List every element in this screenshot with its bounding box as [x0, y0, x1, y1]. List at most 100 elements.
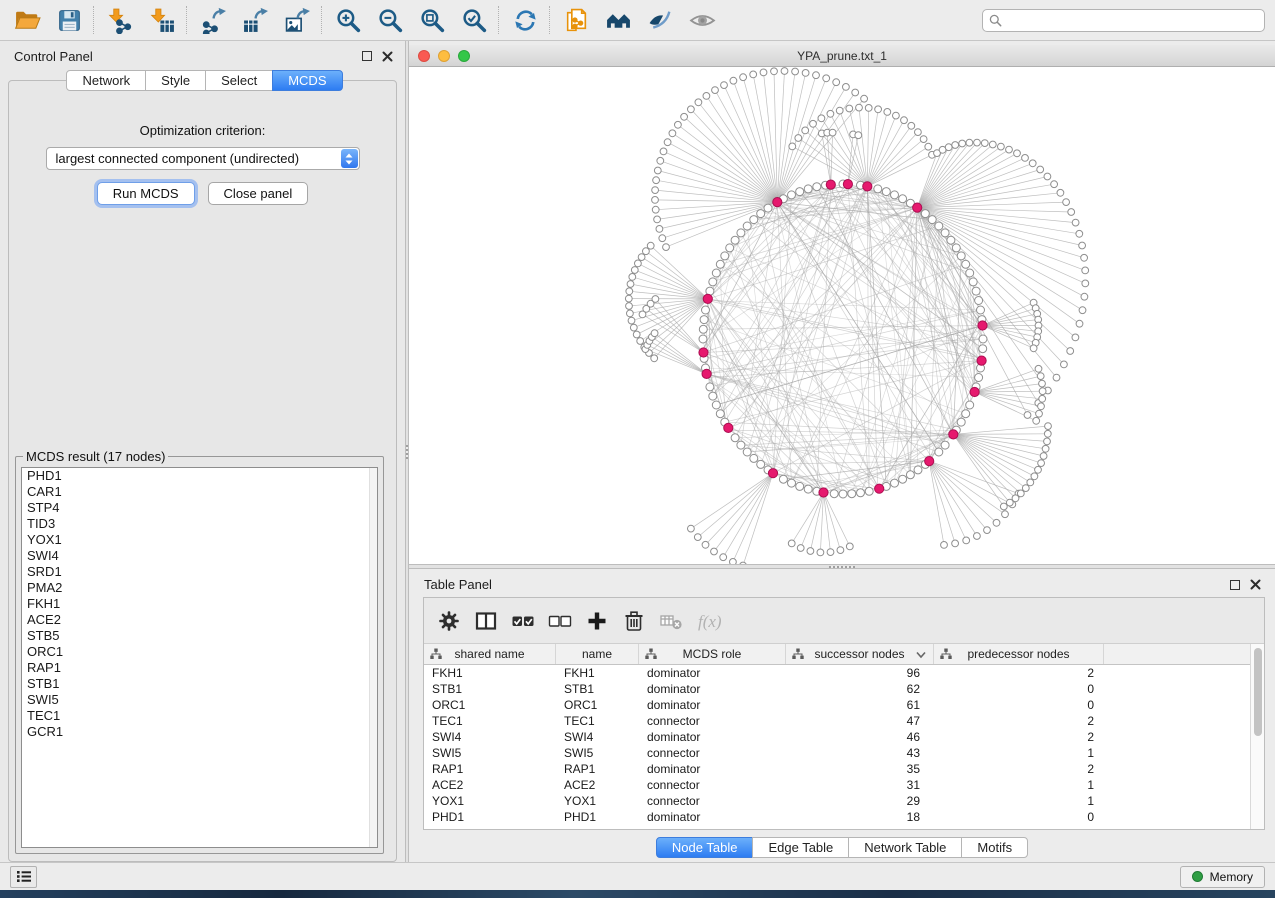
cell-successor-nodes[interactable]: 29: [786, 793, 934, 809]
leaf-node[interactable]: [966, 139, 973, 146]
leaf-node[interactable]: [635, 260, 642, 267]
network-node[interactable]: [706, 383, 714, 391]
leaf-node[interactable]: [1000, 503, 1007, 510]
network-node[interactable]: [743, 222, 751, 230]
leaf-node[interactable]: [663, 244, 670, 251]
cell-predecessor-nodes[interactable]: 2: [934, 665, 1104, 681]
network-node[interactable]: [952, 244, 960, 252]
leaf-node[interactable]: [807, 548, 814, 555]
leaf-node[interactable]: [1081, 293, 1088, 300]
cell-name[interactable]: SWI5: [556, 745, 639, 761]
network-node[interactable]: [804, 185, 812, 193]
column-header-name[interactable]: name: [556, 644, 639, 664]
leaf-node[interactable]: [829, 129, 836, 136]
hide-graphics-details-button[interactable]: [639, 3, 681, 37]
leaf-node[interactable]: [1057, 189, 1064, 196]
mcds-hub-node[interactable]: [913, 203, 922, 212]
leaf-node[interactable]: [627, 310, 634, 317]
cell-name[interactable]: SWI4: [556, 729, 639, 745]
leaf-node[interactable]: [669, 130, 676, 137]
network-node[interactable]: [804, 485, 812, 493]
leaf-node[interactable]: [1038, 403, 1045, 410]
network-node[interactable]: [962, 260, 970, 268]
search-input[interactable]: [1002, 10, 1264, 31]
cell-predecessor-nodes[interactable]: 0: [934, 809, 1104, 825]
network-node[interactable]: [750, 454, 758, 462]
leaf-node[interactable]: [823, 75, 830, 82]
tab-node-table[interactable]: Node Table: [656, 837, 754, 858]
leaf-node[interactable]: [1079, 307, 1086, 314]
network-node[interactable]: [779, 475, 787, 483]
leaf-node[interactable]: [827, 549, 834, 556]
network-window-titlebar[interactable]: YPA_prune.txt_1: [409, 45, 1275, 67]
cell-name[interactable]: ORC1: [556, 697, 639, 713]
table-settings-button[interactable]: [430, 603, 467, 639]
save-session-button[interactable]: [48, 3, 90, 37]
leaf-node[interactable]: [703, 93, 710, 100]
table-row[interactable]: SWI4SWI4dominator462: [424, 729, 1250, 745]
network-node[interactable]: [709, 392, 717, 400]
leaf-node[interactable]: [629, 274, 636, 281]
leaf-node[interactable]: [712, 87, 719, 94]
leaf-node[interactable]: [688, 106, 695, 113]
leaf-node[interactable]: [652, 187, 659, 194]
cell-name[interactable]: RAP1: [556, 761, 639, 777]
leaf-node[interactable]: [843, 84, 850, 91]
cell-successor-nodes[interactable]: 31: [786, 777, 934, 793]
leaf-node[interactable]: [989, 141, 996, 148]
mcds-result-item[interactable]: YOX1: [22, 532, 377, 548]
cell-predecessor-nodes[interactable]: 2: [934, 761, 1104, 777]
leaf-node[interactable]: [628, 317, 635, 324]
table-row[interactable]: STB1STB1dominator620: [424, 681, 1250, 697]
leaf-node[interactable]: [1035, 466, 1042, 473]
network-node[interactable]: [726, 244, 734, 252]
network-node[interactable]: [796, 482, 804, 490]
leaf-node[interactable]: [653, 177, 660, 184]
leaf-node[interactable]: [981, 140, 988, 147]
mcds-result-item[interactable]: SWI5: [22, 692, 377, 708]
cell-shared-name[interactable]: RAP1: [424, 761, 556, 777]
cell-shared-name[interactable]: SWI5: [424, 745, 556, 761]
cell-name[interactable]: PHD1: [556, 809, 639, 825]
close-panel-icon[interactable]: [382, 51, 393, 62]
network-node[interactable]: [709, 278, 717, 286]
cell-shared-name[interactable]: STB1: [424, 681, 556, 697]
search-network-button[interactable]: [597, 3, 639, 37]
leaf-node[interactable]: [664, 139, 671, 146]
leaf-node[interactable]: [1029, 160, 1036, 167]
leaf-node[interactable]: [1081, 254, 1088, 261]
leaf-node[interactable]: [657, 157, 664, 164]
leaf-node[interactable]: [1061, 361, 1068, 368]
network-node[interactable]: [891, 479, 899, 487]
leaf-node[interactable]: [817, 549, 824, 556]
import-table-button[interactable]: [141, 3, 183, 37]
leaf-node[interactable]: [1006, 146, 1013, 153]
memory-button[interactable]: Memory: [1180, 866, 1265, 888]
leaf-node[interactable]: [908, 122, 915, 129]
leaf-node[interactable]: [694, 534, 701, 541]
network-node[interactable]: [906, 471, 914, 479]
cell-name[interactable]: FKH1: [556, 665, 639, 681]
cell-successor-nodes[interactable]: 18: [786, 809, 934, 825]
zoom-in-button[interactable]: [327, 3, 369, 37]
network-node[interactable]: [891, 191, 899, 199]
tab-mcds[interactable]: MCDS: [272, 70, 342, 91]
leaf-node[interactable]: [1030, 345, 1037, 352]
network-from-file-button[interactable]: [555, 3, 597, 37]
network-node[interactable]: [716, 260, 724, 268]
tab-network[interactable]: Network: [66, 70, 146, 91]
leaf-node[interactable]: [998, 143, 1005, 150]
leaf-node[interactable]: [1042, 445, 1049, 452]
leaf-node[interactable]: [920, 136, 927, 143]
mcds-result-item[interactable]: STB5: [22, 628, 377, 644]
network-node[interactable]: [731, 236, 739, 244]
network-node[interactable]: [857, 489, 865, 497]
mcds-result-item[interactable]: RAP1: [22, 660, 377, 676]
leaf-node[interactable]: [1035, 365, 1042, 372]
network-node[interactable]: [899, 475, 907, 483]
table-row[interactable]: RAP1RAP1dominator352: [424, 761, 1250, 777]
leaf-node[interactable]: [637, 338, 644, 345]
export-table-button[interactable]: [234, 3, 276, 37]
table-row[interactable]: ACE2ACE2connector311: [424, 777, 1250, 793]
deselect-all-columns-button[interactable]: [541, 603, 578, 639]
